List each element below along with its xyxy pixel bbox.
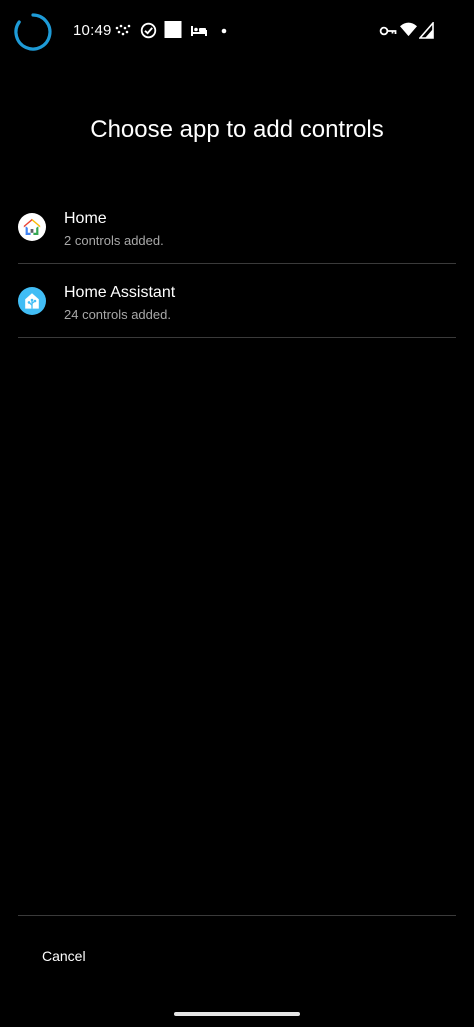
status-time: 10:49 bbox=[73, 22, 112, 39]
list-item-home[interactable]: Home 2 controls added. bbox=[18, 190, 456, 264]
list-item-home-assistant[interactable]: Home Assistant 24 controls added. bbox=[18, 264, 456, 338]
cancel-button[interactable]: Cancel bbox=[30, 940, 98, 972]
app-name: Home bbox=[64, 210, 107, 227]
bed-icon bbox=[191, 26, 207, 36]
dot-icon bbox=[221, 28, 227, 34]
page-title: Choose app to add controls bbox=[90, 116, 384, 143]
app-name: Home Assistant bbox=[64, 284, 176, 301]
home-assistant-icon bbox=[18, 287, 46, 315]
app-controls-count: 2 controls added. bbox=[64, 233, 164, 248]
app-list: Home 2 controls added. Home Assistant 24… bbox=[18, 190, 456, 338]
google-home-icon bbox=[18, 213, 46, 241]
home-indicator[interactable] bbox=[174, 1012, 300, 1016]
wifi-icon bbox=[400, 22, 417, 37]
square-icon bbox=[164, 21, 182, 38]
bottom-divider bbox=[18, 915, 456, 916]
check-circle-icon bbox=[140, 22, 157, 39]
cellular-signal-icon bbox=[419, 22, 434, 39]
sync-dots-icon bbox=[115, 24, 131, 36]
vpn-key-icon bbox=[379, 26, 397, 36]
status-bar: 10:49 bbox=[0, 0, 474, 64]
app-controls-count: 24 controls added. bbox=[64, 307, 171, 322]
loading-spinner-icon bbox=[14, 13, 52, 51]
